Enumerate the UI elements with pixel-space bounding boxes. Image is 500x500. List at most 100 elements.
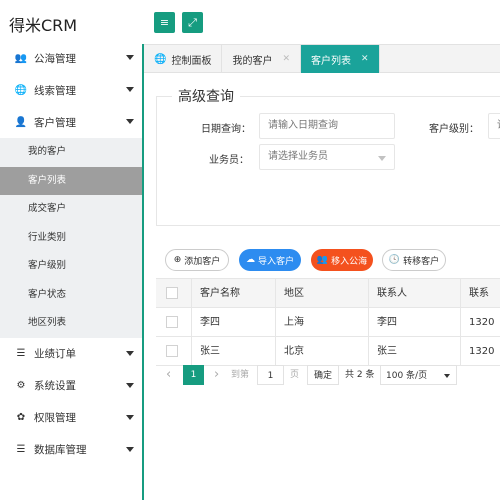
table-cell: 上海 [275,308,368,337]
column-header[interactable]: 联系人 [368,279,460,308]
salesperson-select[interactable]: 请选择业务员 [259,144,395,170]
caret-down-icon [126,55,134,60]
column-header[interactable]: 地区 [275,279,368,308]
tab-label: 控制面板 [171,55,212,67]
transfer-customer-button[interactable]: 🕓 转移客户 [382,249,446,271]
page-size-select[interactable]: 100 条/页 [380,365,457,385]
prev-page-button[interactable]: ‹ [166,365,178,385]
database-icon: ☰ [16,348,26,359]
row-checkbox[interactable] [166,316,178,328]
database-icon: ☰ [16,444,26,455]
sidebar: 得米CRM 👥 公海管理 🌐 线索管理 👤 客户管理 我的客户 客户列表 成交客… [0,0,142,500]
tab-label: 我的客户 [232,55,273,67]
page-1-button[interactable]: 1 [183,365,204,385]
gear-icon: ⚙ [16,380,26,391]
submenu-customer-list[interactable]: 客户列表 [0,166,142,195]
sidebar-item-label: 系统设置 [34,380,76,392]
salesperson-label: 业务员： [209,155,249,166]
sidebar-item-settings[interactable]: ⚙ 系统设置 [0,370,142,402]
salesperson-placeholder: 请选择业务员 [268,151,328,162]
caret-down-icon [126,382,134,388]
table-cell: 李四 [368,308,460,337]
caret-down-icon [444,374,450,378]
page-unit-label: 页 [290,370,300,380]
submenu-region-list[interactable]: 地区列表 [0,309,142,338]
select-all-checkbox[interactable] [166,287,178,299]
transfer-customer-label: 转移客户 [403,256,440,267]
sidebar-item-public-pool[interactable]: 👥 公海管理 [0,42,142,74]
table-cell: 北京 [275,337,368,366]
import-customer-button[interactable]: ☁ 导入客户 [239,249,301,271]
menu-toggle-button[interactable]: ≡ [154,12,175,33]
goto-page-input[interactable]: 1 [257,365,284,385]
submenu-closed-customers[interactable]: 成交客户 [0,195,142,224]
table-cell: 张三 [368,337,460,366]
close-icon[interactable]: ✕ [282,54,290,64]
move-to-pool-label: 移入公海 [331,256,368,267]
advanced-search-legend: 高级查询 [172,86,240,106]
globe-icon: 🌐 [154,53,167,65]
plus-circle-icon: ⊕ [173,255,182,265]
move-to-pool-button[interactable]: 👥 移入公海 [311,249,373,271]
expand-icon: ⤢ [188,15,197,29]
sidebar-item-orders[interactable]: ☰ 业绩订单 [0,338,142,370]
user-icon: 👤 [14,116,28,128]
users-icon: 👥 [14,52,28,64]
close-icon[interactable]: ✕ [361,54,369,64]
sidebar-item-label: 公海管理 [34,52,76,65]
submenu-customer-status[interactable]: 客户状态 [0,281,142,310]
globe-icon: 🌐 [14,84,28,96]
sidebar-item-database[interactable]: ☰ 数据库管理 [0,434,142,466]
add-customer-button[interactable]: ⊕ 添加客户 [165,249,229,271]
sidebar-item-permissions[interactable]: ✿ 权限管理 [0,402,142,434]
sidebar-menu: 👥 公海管理 🌐 线索管理 👤 客户管理 我的客户 客户列表 成交客户 行业类别… [0,42,142,466]
submenu-customer-level[interactable]: 客户级别 [0,252,142,281]
lifebuoy-icon: ✿ [16,412,26,423]
add-customer-label: 添加客户 [184,256,221,267]
next-page-button[interactable]: › [214,365,226,385]
import-customer-label: 导入客户 [257,256,294,267]
submenu-my-customers[interactable]: 我的客户 [0,138,142,167]
clock-icon: 🕓 [388,255,401,265]
caret-down-icon [126,119,134,124]
tab-dashboard[interactable]: 🌐 控制面板 [144,45,223,73]
app-logo: 得米CRM [9,16,78,35]
goto-confirm-button[interactable]: 确定 [307,365,339,385]
table-row[interactable]: 张三 北京 张三 1320 [156,337,500,366]
cloud-upload-icon: ☁ [245,255,255,265]
table-cell: 1320 [460,308,500,337]
total-count: 共 2 条 [345,370,375,380]
customer-level-select[interactable]: 请 [488,113,500,139]
tab-my-customers[interactable]: 我的客户 ✕ [222,45,301,73]
table-cell: 1320 [460,337,500,366]
sidebar-item-label: 客户管理 [34,116,76,129]
caret-down-icon [126,87,134,92]
submenu-industry[interactable]: 行业类别 [0,224,142,253]
date-query-input[interactable]: 请输入日期查询 [259,113,395,139]
fullscreen-button[interactable]: ⤢ [182,12,203,33]
hamburger-icon: ≡ [159,16,170,29]
page-size-value: 100 条/页 [386,371,428,381]
caret-down-icon [126,414,134,420]
customer-table: 客户名称 地区 联系人 联系 李四 上海 李四 1320 张三 北京 张三 13… [156,278,500,366]
sidebar-item-label: 业绩订单 [34,348,76,360]
table-cell: 李四 [191,308,275,337]
pagination: ‹ 1 › 到第 1 页 确定 共 2 条 100 条/页 [156,365,500,387]
caret-down-icon [378,156,386,161]
users-icon: 👥 [316,255,329,265]
sidebar-item-customers[interactable]: 👤 客户管理 [0,106,142,138]
customer-submenu: 我的客户 客户列表 成交客户 行业类别 客户级别 客户状态 地区列表 [0,138,142,338]
tab-label: 客户列表 [311,55,351,67]
table-row[interactable]: 李四 上海 李四 1320 [156,308,500,337]
sidebar-item-leads[interactable]: 🌐 线索管理 [0,74,142,106]
column-header[interactable]: 客户名称 [191,279,275,308]
tab-bar: 🌐 控制面板 我的客户 ✕ 客户列表 ✕ [144,44,500,73]
caret-down-icon [126,350,134,356]
tab-customer-list[interactable]: 客户列表 ✕ [301,45,380,73]
row-checkbox[interactable] [166,345,178,357]
column-header[interactable]: 联系 [460,279,500,308]
goto-label: 到第 [231,370,250,380]
date-query-label: 日期查询： [201,124,251,135]
sidebar-item-label: 数据库管理 [34,444,87,456]
caret-down-icon [126,446,134,452]
